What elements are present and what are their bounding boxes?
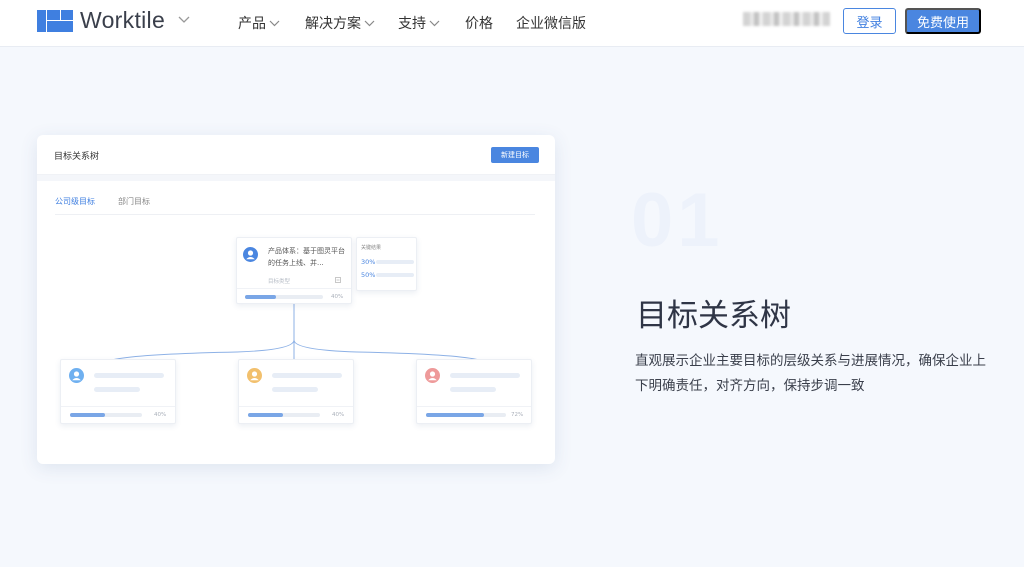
- key-result-percent: 50%: [361, 271, 376, 279]
- goal-type-label: 目标类型: [268, 279, 291, 285]
- child-progress-percent: 40%: [332, 412, 345, 418]
- child-progress-fill: [248, 413, 283, 417]
- root-goal-title: 产品体系：基于图灵平台的任务上线、并...: [268, 247, 345, 267]
- feature-description: 直观展示企业主要目标的层级关系与进展情况，确保企业上下明确责任，对齐方向，保持步…: [635, 353, 986, 394]
- key-results-title: 关键结果: [361, 245, 382, 251]
- child-progress-percent: 72%: [511, 412, 524, 418]
- nav-item-solutions[interactable]: 解决方案: [305, 13, 375, 33]
- feature-title: 目标关系树: [636, 298, 791, 334]
- child-progress-bar: [426, 413, 506, 417]
- child-progress-bar: [248, 413, 320, 417]
- chevron-down-icon: [429, 20, 440, 27]
- node-divider: [237, 288, 351, 289]
- root-goal-node[interactable]: 产品体系：基于图灵平台的任务上线、并... 目标类型 40%: [236, 237, 352, 304]
- goal-title-placeholder: [450, 373, 520, 378]
- goal-title-placeholder: [94, 373, 164, 378]
- brand-name[interactable]: Worktile: [80, 7, 165, 34]
- user-avatar-icon: [69, 368, 84, 383]
- key-results-popover: 关键结果 30% 50%: [356, 237, 417, 291]
- child-progress-bar: [70, 413, 142, 417]
- goal-tree-preview-card: 目标关系树 新建目标 公司级目标 部门目标 产品体系：基于图灵平台的任务上线、并…: [37, 135, 555, 464]
- nav-item-support[interactable]: 支持: [398, 13, 440, 33]
- user-avatar-icon: [247, 368, 262, 383]
- key-result-placeholder: [376, 260, 414, 264]
- root-progress-percent: 40%: [331, 294, 344, 300]
- nav-item-wecom-edition[interactable]: 企业微信版: [516, 13, 586, 33]
- child-progress-fill: [426, 413, 484, 417]
- child-goal-node[interactable]: 40%: [60, 359, 176, 424]
- child-progress-fill: [70, 413, 105, 417]
- nav-item-label: 支持: [398, 16, 426, 32]
- goal-subtitle-placeholder: [272, 387, 318, 392]
- root-progress-bar: [245, 295, 323, 299]
- chevron-down-icon: [269, 20, 280, 27]
- node-divider: [417, 406, 531, 407]
- feature-number: 01: [631, 178, 724, 263]
- root-progress-fill: [245, 295, 277, 299]
- login-button[interactable]: 登录: [843, 8, 896, 34]
- goal-subtitle-placeholder: [450, 387, 496, 392]
- chevron-down-icon[interactable]: [178, 16, 190, 24]
- blurred-phone-number: [743, 12, 830, 26]
- worktile-logo-icon[interactable]: [37, 10, 73, 32]
- node-divider: [239, 406, 353, 407]
- expand-icon[interactable]: [335, 277, 341, 283]
- child-goal-node[interactable]: 72%: [416, 359, 532, 424]
- key-result-placeholder: [376, 273, 414, 277]
- nav-item-label: 价格: [465, 16, 493, 32]
- nav-item-pricing[interactable]: 价格: [465, 13, 493, 33]
- nav-item-label: 产品: [238, 16, 266, 32]
- goal-subtitle-placeholder: [94, 387, 140, 392]
- nav-item-products[interactable]: 产品: [238, 13, 280, 33]
- node-divider: [61, 406, 175, 407]
- child-progress-percent: 40%: [154, 412, 167, 418]
- goal-title-placeholder: [272, 373, 342, 378]
- nav-item-label: 企业微信版: [516, 16, 586, 32]
- user-avatar-icon: [425, 368, 440, 383]
- nav-item-label: 解决方案: [305, 16, 361, 32]
- user-avatar-icon: [243, 247, 258, 262]
- top-navigation-bar: Worktile 产品 解决方案 支持 价格 企业微信版 登录 免费使用: [0, 0, 1024, 47]
- key-result-percent: 30%: [361, 258, 376, 266]
- child-goal-node[interactable]: 40%: [238, 359, 354, 424]
- chevron-down-icon: [364, 20, 375, 27]
- free-trial-button[interactable]: 免费使用: [905, 8, 981, 34]
